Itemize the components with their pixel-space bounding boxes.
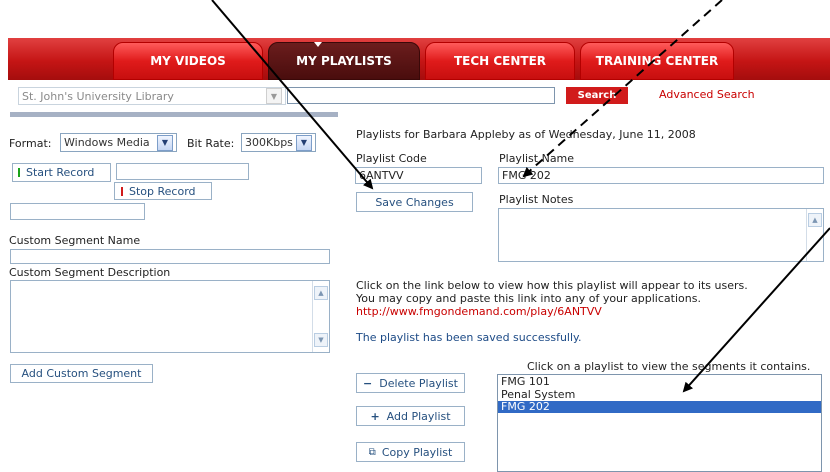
- section-divider: [10, 112, 338, 117]
- playlist-name-value: FMG 202: [502, 169, 551, 182]
- stop-record-label: Stop Record: [129, 184, 196, 198]
- copy-playlist-button[interactable]: ⧉ Copy Playlist: [356, 442, 465, 462]
- segment-description-textarea[interactable]: ▲ ▼: [10, 280, 330, 353]
- playlist-code-field[interactable]: 6ANTVV: [355, 167, 482, 184]
- playlist-name-field[interactable]: FMG 202: [498, 167, 824, 184]
- red-bar-icon: [121, 186, 123, 196]
- chevron-down-icon: ▼: [296, 134, 312, 151]
- bitrate-select-value: 300Kbps: [245, 136, 293, 149]
- list-item-selected[interactable]: FMG 202: [498, 401, 821, 413]
- advanced-search-link[interactable]: Advanced Search: [659, 88, 755, 101]
- tab-label: TECH CENTER: [453, 54, 547, 68]
- green-bar-icon: [18, 168, 20, 177]
- copy-icon: ⧉: [368, 446, 376, 458]
- plus-icon: +: [370, 409, 380, 423]
- scroll-up-icon[interactable]: ▲: [808, 213, 822, 227]
- scroll-up-icon[interactable]: ▲: [314, 286, 328, 300]
- library-select-value: St. John's University Library: [22, 89, 174, 103]
- tab-label: TRAINING CENTER: [595, 54, 719, 68]
- playlist-name-label: Playlist Name: [499, 152, 575, 165]
- minus-icon: −: [363, 376, 373, 390]
- add-playlist-label: Add Playlist: [386, 409, 451, 423]
- textarea-scrollbar[interactable]: ▲ ▼: [312, 281, 328, 352]
- add-custom-segment-label: Add Custom Segment: [21, 367, 142, 380]
- delete-playlist-button[interactable]: − Delete Playlist: [356, 373, 465, 393]
- segment-description-label: Custom Segment Description: [9, 266, 171, 279]
- add-playlist-button[interactable]: + Add Playlist: [356, 406, 465, 426]
- search-button[interactable]: Search: [566, 87, 628, 104]
- notes-scrollbar[interactable]: ▲: [806, 209, 822, 261]
- bitrate-label: Bit Rate:: [187, 137, 235, 150]
- playlist-notes-label: Playlist Notes: [499, 193, 574, 206]
- search-input[interactable]: [287, 87, 555, 104]
- format-select-value: Windows Media: [64, 136, 150, 149]
- search-button-label: Search: [577, 90, 617, 101]
- start-record-label: Start Record: [26, 166, 95, 179]
- list-item[interactable]: FMG 101: [498, 375, 821, 389]
- tab-my-playlists[interactable]: MY PLAYLISTS: [268, 42, 420, 80]
- chevron-down-icon: ▼: [157, 134, 173, 151]
- scroll-down-icon[interactable]: ▼: [314, 333, 328, 347]
- saved-message: The playlist has been saved successfully…: [356, 331, 582, 344]
- save-changes-button[interactable]: Save Changes: [356, 192, 473, 212]
- link-info-line-2: You may copy and paste this link into an…: [356, 292, 701, 305]
- format-label: Format:: [9, 137, 52, 150]
- chevron-down-icon: ▼: [266, 88, 282, 104]
- link-info-line-1: Click on the link below to view how this…: [356, 279, 748, 292]
- start-record-button[interactable]: Start Record: [12, 163, 111, 182]
- save-changes-label: Save Changes: [375, 195, 454, 209]
- library-select[interactable]: St. John's University Library ▼: [18, 87, 286, 105]
- active-tab-indicator-icon: [314, 42, 322, 47]
- playlist-list-hint: Click on a playlist to view the segments…: [527, 360, 811, 373]
- playlist-link[interactable]: http://www.fmgondemand.com/play/6ANTVV: [356, 305, 602, 318]
- delete-playlist-label: Delete Playlist: [379, 376, 458, 390]
- tab-label: MY VIDEOS: [150, 54, 226, 68]
- tab-my-videos[interactable]: MY VIDEOS: [113, 42, 263, 80]
- add-custom-segment-button[interactable]: Add Custom Segment: [10, 364, 153, 383]
- segment-name-input[interactable]: [10, 249, 330, 264]
- playlist-code-value: 6ANTVV: [359, 169, 404, 182]
- bitrate-select[interactable]: 300Kbps ▼: [241, 133, 316, 152]
- stop-record-button[interactable]: Stop Record: [114, 182, 212, 200]
- tab-training-center[interactable]: TRAINING CENTER: [580, 42, 734, 80]
- playlist-notes-textarea[interactable]: ▲: [498, 208, 824, 262]
- segment-name-label: Custom Segment Name: [9, 234, 141, 247]
- playlists-header: Playlists for Barbara Appleby as of Wedn…: [356, 128, 696, 141]
- playlist-listbox[interactable]: FMG 101 Penal System FMG 202: [497, 374, 822, 472]
- copy-playlist-label: Copy Playlist: [381, 445, 453, 459]
- tab-label: MY PLAYLISTS: [296, 54, 392, 68]
- format-select[interactable]: Windows Media ▼: [60, 133, 177, 152]
- stop-time-field[interactable]: [10, 203, 145, 220]
- start-time-field[interactable]: [116, 163, 249, 180]
- playlist-code-label: Playlist Code: [356, 152, 427, 165]
- tab-tech-center[interactable]: TECH CENTER: [425, 42, 575, 80]
